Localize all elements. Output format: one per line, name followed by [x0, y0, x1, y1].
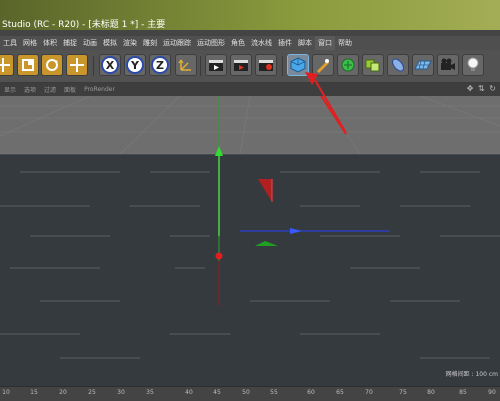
- timeline-tick: 45: [213, 389, 221, 396]
- menu-render[interactable]: 渲染: [120, 36, 140, 50]
- menu-plugins[interactable]: 插件: [275, 36, 295, 50]
- menu-mesh[interactable]: 网格: [20, 36, 40, 50]
- title-bar: Studio (RC - R20) - [未标题 1 *] - 主要: [0, 0, 500, 30]
- subdivision-icon[interactable]: [337, 54, 359, 76]
- timeline-tick: 25: [88, 389, 96, 396]
- floor-icon[interactable]: [412, 54, 434, 76]
- menu-sculpt[interactable]: 雕刻: [140, 36, 160, 50]
- menu-bar: 工具 网格 体积 捕捉 动画 模拟 渲染 雕刻 运动跟踪 运动图形 角色 流水线…: [0, 36, 500, 50]
- viewport-menu-prorender[interactable]: ProRender: [80, 86, 119, 93]
- camera-icon[interactable]: [437, 54, 459, 76]
- render-to-picture-viewer-icon[interactable]: [230, 54, 252, 76]
- timeline-tick: 30: [117, 389, 125, 396]
- menu-volume[interactable]: 体积: [40, 36, 60, 50]
- timeline-tick: 65: [336, 389, 344, 396]
- timeline-tick: 80: [427, 389, 435, 396]
- menu-script[interactable]: 脚本: [295, 36, 315, 50]
- coordinate-system-icon[interactable]: [175, 54, 197, 76]
- toolbar-separator: [200, 56, 201, 76]
- toolbar-separator: [93, 56, 94, 76]
- live-selection-icon[interactable]: [66, 54, 88, 76]
- timeline-tick: 90: [488, 389, 496, 396]
- render-settings-icon[interactable]: [255, 54, 277, 76]
- timeline-tick: 60: [307, 389, 315, 396]
- origin-point[interactable]: [215, 252, 223, 260]
- viewport-menu-display[interactable]: 显示: [0, 85, 20, 94]
- array-icon[interactable]: [362, 54, 384, 76]
- render-view-icon[interactable]: [205, 54, 227, 76]
- menu-character[interactable]: 角色: [228, 36, 248, 50]
- menu-simulate[interactable]: 模拟: [100, 36, 120, 50]
- near-floor-region: [0, 154, 500, 386]
- grid-spacing-label: 网格间距 : 100 cm: [445, 371, 498, 378]
- menu-mograph[interactable]: 运动图形: [194, 36, 228, 50]
- rotate-icon[interactable]: [41, 54, 63, 76]
- viewport-menu-options[interactable]: 选项: [20, 85, 40, 94]
- timeline-tick: 20: [59, 389, 67, 396]
- axis-x-label: X: [106, 59, 115, 72]
- timeline-tick: 40: [185, 389, 193, 396]
- move-icon[interactable]: [0, 54, 14, 76]
- light-icon[interactable]: [462, 54, 484, 76]
- toolbar-separator: [282, 56, 283, 76]
- viewport-menu-filter[interactable]: 过滤: [40, 85, 60, 94]
- main-toolbar: X Y Z: [0, 50, 500, 83]
- menu-help[interactable]: 帮助: [335, 36, 355, 50]
- viewport-menu-bar: 显示 选项 过滤 面板 ProRender ✥ ⇅ ↻: [0, 83, 500, 96]
- menu-tools[interactable]: 工具: [0, 36, 20, 50]
- far-floor-region: [0, 96, 500, 154]
- cube-icon[interactable]: [287, 54, 309, 76]
- x-axis-icon[interactable]: X: [99, 54, 121, 76]
- timeline-tick: 10: [2, 389, 10, 396]
- viewport-nav-icons[interactable]: ✥ ⇅ ↻: [467, 84, 497, 93]
- deformer-icon[interactable]: [387, 54, 409, 76]
- scale-icon[interactable]: [17, 54, 39, 76]
- 3d-viewport[interactable]: 网格间距 : 100 cm: [0, 96, 500, 386]
- pen-icon[interactable]: [312, 54, 334, 76]
- y-axis-icon[interactable]: Y: [124, 54, 146, 76]
- timeline-tick: 55: [270, 389, 278, 396]
- window-title: Studio (RC - R20) - [未标题 1 *] - 主要: [2, 20, 166, 30]
- menu-pipeline[interactable]: 流水线: [248, 36, 275, 50]
- menu-animate[interactable]: 动画: [80, 36, 100, 50]
- axis-z-label: Z: [156, 59, 164, 72]
- timeline-tick: 70: [365, 389, 373, 396]
- viewport-canvas: [0, 96, 500, 386]
- timeline-tick: 50: [242, 389, 250, 396]
- menu-motion-tracker[interactable]: 运动跟踪: [160, 36, 194, 50]
- axis-y-label: Y: [130, 59, 140, 72]
- timeline-tick: 75: [399, 389, 407, 396]
- menu-snap[interactable]: 捕捉: [60, 36, 80, 50]
- timeline-tick: 15: [30, 389, 38, 396]
- timeline-tick: 85: [459, 389, 467, 396]
- menu-window[interactable]: 窗口: [315, 36, 335, 50]
- timeline-tick: 35: [146, 389, 154, 396]
- timeline-ruler[interactable]: 10 15 20 25 30 35 40 45 50 55 60 65 70 7…: [0, 386, 500, 401]
- viewport-menu-panel[interactable]: 面板: [60, 85, 80, 94]
- z-axis-icon[interactable]: Z: [149, 54, 171, 76]
